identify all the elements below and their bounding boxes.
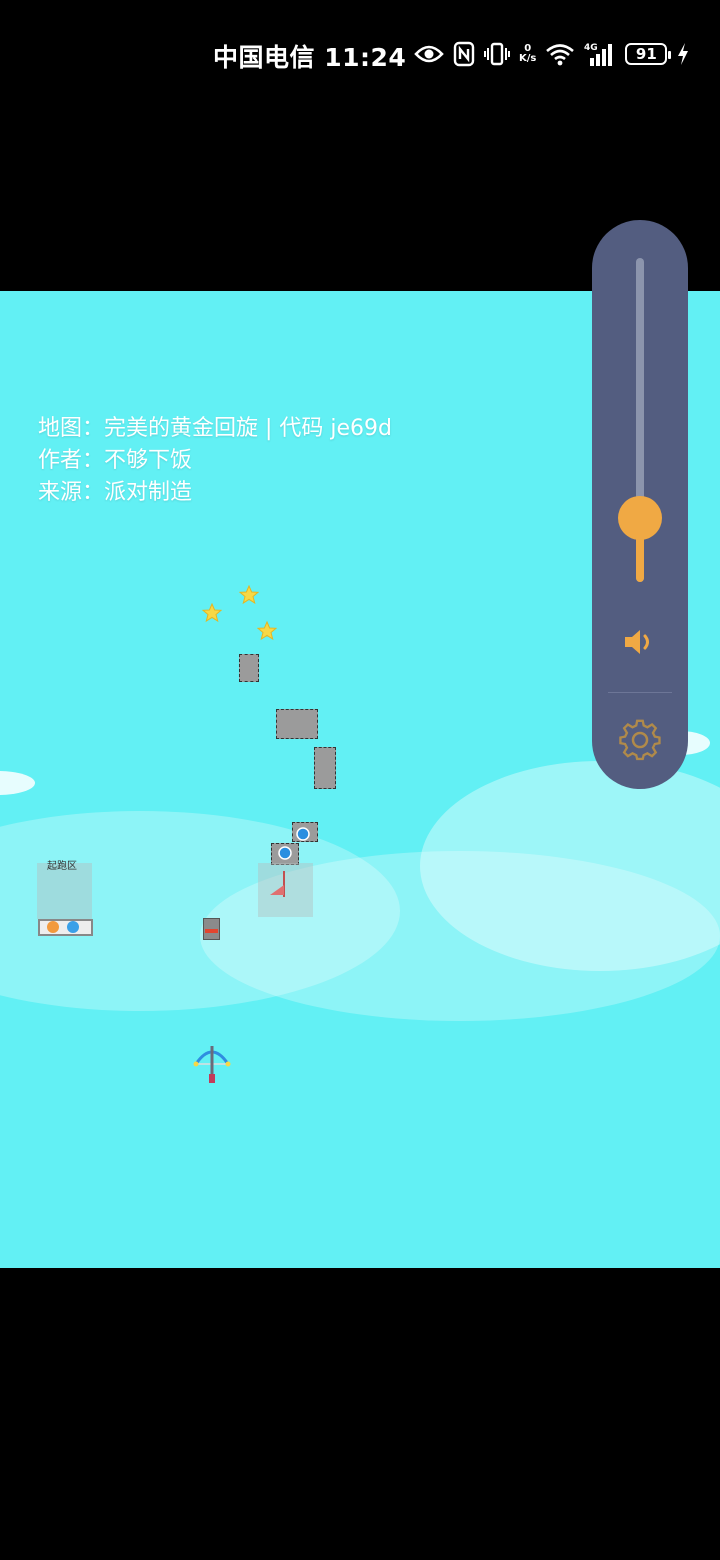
carrier-name: 中国电信 bbox=[213, 43, 316, 72]
status-bar: 中国电信 11:24 0 K/s 4G 91 bbox=[0, 0, 720, 110]
status-carrier-time: 中国电信 11:24 bbox=[213, 38, 406, 74]
author-name: 不够下饭 bbox=[104, 448, 193, 473]
star-icon bbox=[257, 621, 277, 641]
spike-block bbox=[239, 654, 259, 682]
gear-icon[interactable] bbox=[618, 718, 662, 766]
source-row: 来源：派对制造 bbox=[38, 477, 392, 509]
star-icon bbox=[202, 603, 222, 623]
crossbow-icon[interactable] bbox=[192, 1044, 232, 1086]
star-icon bbox=[239, 585, 259, 605]
author-label: 作者： bbox=[38, 448, 105, 473]
cellular-signal-icon: 4G bbox=[584, 41, 616, 67]
status-icons: 0 K/s 4G 91 bbox=[414, 38, 690, 70]
wifi-icon bbox=[545, 42, 575, 66]
source-label: 来源： bbox=[38, 480, 105, 505]
battery-icon: 91 bbox=[625, 43, 672, 65]
net-speed-unit: K/s bbox=[519, 53, 537, 64]
network-type-label: 4G bbox=[584, 43, 598, 53]
spike-block bbox=[314, 747, 336, 789]
volume-slider-thumb[interactable] bbox=[618, 496, 662, 540]
spike-block bbox=[276, 709, 318, 739]
character-icon bbox=[47, 921, 59, 933]
flag-icon bbox=[270, 871, 285, 897]
start-zone-label: 起跑区 bbox=[47, 861, 77, 872]
character-icon bbox=[67, 921, 79, 933]
nfc-icon bbox=[453, 41, 475, 67]
map-name: 完美的黄金回旋 | 代码 je69d bbox=[104, 416, 393, 441]
vibrate-icon bbox=[484, 42, 510, 66]
cloud-decoration bbox=[0, 771, 35, 795]
battery-level: 91 bbox=[635, 45, 657, 63]
map-info: 地图：完美的黄金回旋 | 代码 je69d 作者：不够下饭 来源：派对制造 bbox=[38, 413, 392, 509]
charging-icon bbox=[676, 42, 690, 66]
eye-comfort-icon bbox=[414, 43, 444, 65]
net-speed: 0 K/s bbox=[519, 44, 536, 64]
spinner-icon bbox=[278, 846, 292, 860]
speaker-icon[interactable] bbox=[622, 627, 658, 661]
map-label: 地图： bbox=[38, 416, 105, 441]
item-box-stripe bbox=[205, 929, 218, 933]
map-name-row: 地图：完美的黄金回旋 | 代码 je69d bbox=[38, 413, 392, 445]
source-name: 派对制造 bbox=[104, 480, 193, 505]
author-row: 作者：不够下饭 bbox=[38, 445, 392, 477]
clock: 11:24 bbox=[324, 43, 407, 72]
volume-panel-divider bbox=[608, 692, 672, 693]
spinner-icon bbox=[296, 827, 310, 841]
